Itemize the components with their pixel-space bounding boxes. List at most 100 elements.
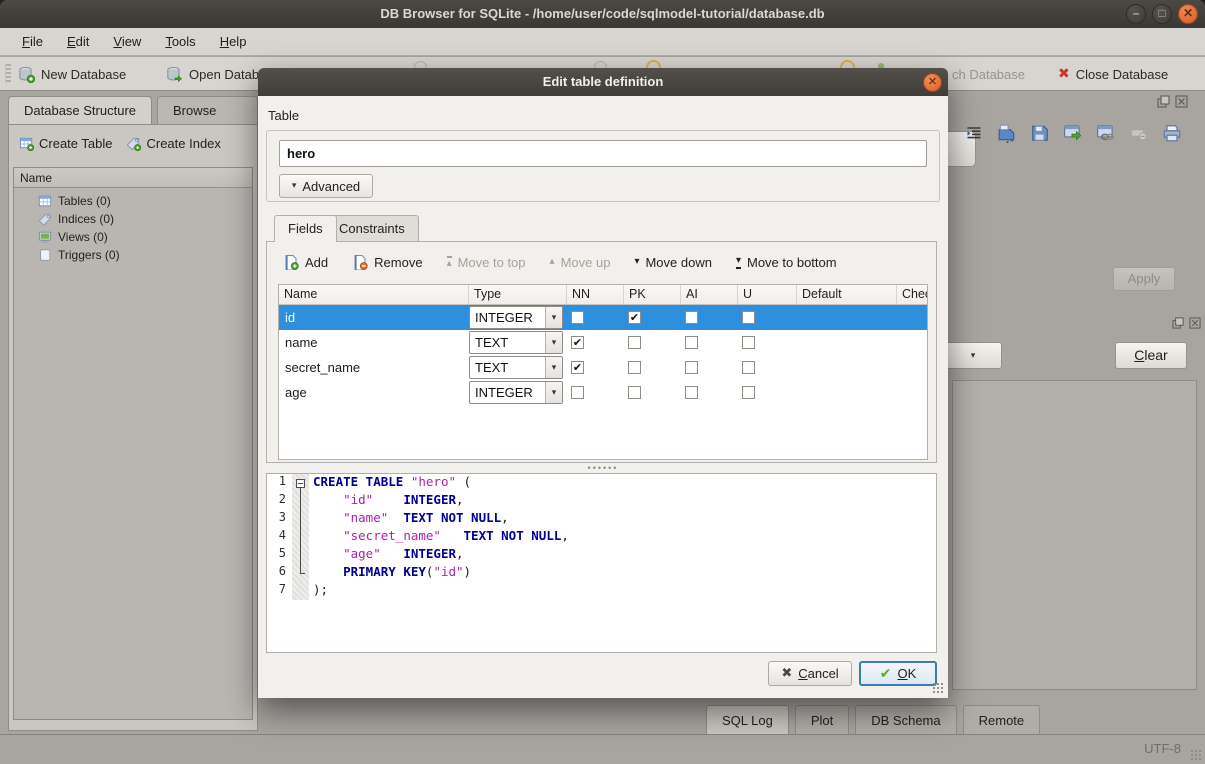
menu-tools[interactable]: Tools — [153, 29, 207, 54]
column-header[interactable]: NN — [567, 285, 624, 304]
table-row[interactable]: age INTEGER ▾ — [279, 380, 927, 405]
column-header[interactable]: PK — [624, 285, 681, 304]
u-checkbox[interactable] — [742, 336, 755, 349]
ai-checkbox[interactable] — [685, 336, 698, 349]
dialog-titlebar[interactable]: Edit table definition ✕ — [258, 68, 948, 96]
dock-close-icon[interactable] — [1175, 95, 1188, 108]
clear-log-icon[interactable] — [1127, 120, 1151, 146]
pk-checkbox[interactable] — [628, 311, 641, 324]
tree-item-triggers[interactable]: Triggers (0) — [14, 246, 252, 264]
print-icon[interactable] — [1160, 120, 1184, 146]
column-header[interactable]: Name — [279, 285, 469, 304]
type-combobox[interactable]: TEXT ▾ — [469, 331, 563, 354]
tree-item-indices[interactable]: Indices (0) — [14, 210, 252, 228]
open-database-icon — [166, 66, 183, 83]
ai-checkbox[interactable] — [685, 361, 698, 374]
attach-database-button[interactable]: ch Database — [946, 60, 1031, 88]
dock-float-icon[interactable] — [1172, 317, 1184, 329]
schema-tree: Name Tables (0) Indices (0) Views (0) — [13, 167, 253, 720]
window-resize-grip[interactable] — [1190, 749, 1203, 762]
window-titlebar[interactable]: DB Browser for SQLite - /home/user/code/… — [0, 0, 1205, 28]
menu-help[interactable]: Help — [208, 29, 259, 54]
ai-checkbox[interactable] — [685, 386, 698, 399]
table-row[interactable]: name TEXT ▾ — [279, 330, 927, 355]
dialog-close-button[interactable]: ✕ — [923, 73, 942, 92]
apply-button[interactable]: Apply — [1113, 267, 1175, 291]
tree-header-name[interactable]: Name — [14, 168, 252, 188]
toolbar-handle[interactable] — [5, 64, 11, 84]
column-header[interactable]: Default — [797, 285, 897, 304]
code-fold-toggle[interactable] — [296, 479, 305, 488]
minimize-button[interactable]: – — [1126, 4, 1146, 24]
menu-view[interactable]: View — [101, 29, 153, 54]
move-to-bottom-button[interactable]: ▾ Move to bottom — [726, 251, 847, 274]
ok-button[interactable]: ✔ OK — [859, 661, 937, 686]
nn-checkbox[interactable] — [571, 386, 584, 399]
new-database-button[interactable]: New Database — [12, 60, 132, 88]
dock-float-icon[interactable] — [1157, 95, 1170, 108]
maximize-button[interactable]: □ — [1152, 4, 1172, 24]
create-table-button[interactable]: Create Table — [19, 136, 112, 151]
tree-item-tables[interactable]: Tables (0) — [14, 192, 252, 210]
nn-checkbox[interactable] — [571, 311, 584, 324]
splitter-handle[interactable]: •••••• — [258, 464, 948, 472]
u-checkbox[interactable] — [742, 386, 755, 399]
dock-close-icon[interactable] — [1189, 317, 1201, 329]
pk-checkbox[interactable] — [628, 386, 641, 399]
move-to-top-button[interactable]: ▴ Move to top — [437, 251, 536, 274]
move-down-button[interactable]: ▾ Move down — [624, 251, 722, 274]
dialog-resize-grip[interactable] — [932, 682, 945, 695]
open-database-button[interactable]: Open Database — [160, 60, 260, 88]
move-up-button[interactable]: ▴ Move up — [540, 251, 621, 274]
menu-edit[interactable]: Edit — [55, 29, 101, 54]
tab-db-schema[interactable]: DB Schema — [855, 705, 956, 734]
table-row[interactable]: id INTEGER ▾ — [279, 305, 927, 330]
tab-plot[interactable]: Plot — [795, 705, 849, 734]
sql-preview-editor[interactable]: 1 CREATE TABLE "hero" ( 2 "id" INTEGER, … — [266, 473, 937, 653]
tree-item-views[interactable]: Views (0) — [14, 228, 252, 246]
column-header[interactable]: U — [738, 285, 797, 304]
close-window-button[interactable]: ✕ — [1178, 4, 1198, 24]
type-combobox[interactable]: INTEGER ▾ — [469, 381, 563, 404]
tab-sql-log[interactable]: SQL Log — [706, 705, 789, 734]
create-index-button[interactable]: Create Index — [126, 136, 220, 151]
clear-button[interactable]: Clear — [1115, 342, 1187, 369]
dock-titlebar-buttons — [1172, 317, 1201, 329]
close-database-button[interactable]: ✖ Close Database — [1052, 60, 1174, 88]
tab-database-structure[interactable]: Database Structure — [8, 96, 152, 125]
column-header[interactable]: AI — [681, 285, 738, 304]
cancel-button[interactable]: ✖ Cancel — [768, 661, 852, 686]
nn-checkbox[interactable] — [571, 336, 584, 349]
hidden-combobox-fragment[interactable]: ▾ — [944, 342, 1002, 369]
menu-file[interactable]: File — [10, 29, 55, 54]
type-cell: TEXT ▾ — [469, 330, 567, 355]
tab-constraints[interactable]: Constraints — [325, 215, 419, 241]
table-name-input[interactable] — [279, 140, 927, 167]
table-row[interactable]: secret_name TEXT ▾ — [279, 355, 927, 380]
close-database-icon: ✖ — [1058, 66, 1070, 82]
add-field-button[interactable]: Add — [273, 250, 338, 274]
tab-browse-data[interactable]: Browse Data — [157, 96, 258, 124]
type-combobox[interactable]: INTEGER ▾ — [469, 306, 563, 329]
column-header[interactable]: Type — [469, 285, 567, 304]
save-sql-file-icon[interactable] — [1028, 120, 1052, 146]
column-header[interactable]: Check — [897, 285, 928, 304]
pk-checkbox[interactable] — [628, 361, 641, 374]
pk-checkbox[interactable] — [628, 336, 641, 349]
type-combobox[interactable]: TEXT ▾ — [469, 356, 563, 379]
tab-fields[interactable]: Fields — [274, 215, 337, 242]
ai-checkbox[interactable] — [685, 311, 698, 324]
format-sql-icon[interactable] — [962, 120, 986, 146]
link-window-icon[interactable] — [1094, 120, 1118, 146]
tab-remote[interactable]: Remote — [963, 705, 1041, 734]
open-sql-file-icon[interactable] — [995, 120, 1019, 146]
execute-sql-icon[interactable] — [1061, 120, 1085, 146]
nn-checkbox[interactable] — [571, 361, 584, 374]
u-checkbox[interactable] — [742, 311, 755, 324]
advanced-button[interactable]: ▾ Advanced — [279, 174, 373, 198]
move-up-icon: ▴ — [550, 257, 555, 267]
create-index-icon — [126, 136, 141, 151]
encoding-indicator[interactable]: UTF-8 — [1144, 741, 1181, 756]
u-checkbox[interactable] — [742, 361, 755, 374]
remove-field-button[interactable]: Remove — [342, 250, 432, 274]
